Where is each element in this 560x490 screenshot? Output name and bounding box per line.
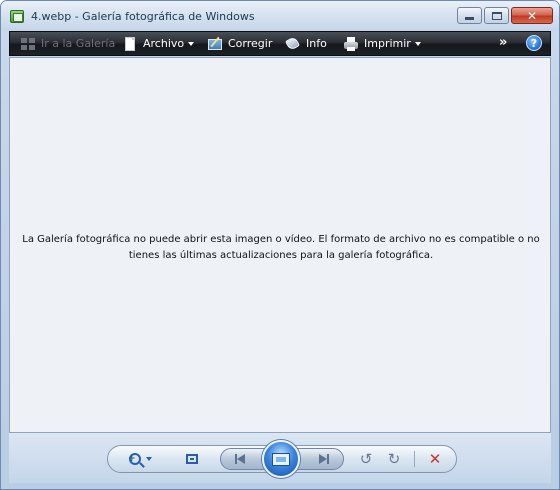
close-icon: ✕: [526, 8, 538, 23]
photo-gallery-icon: [10, 10, 24, 23]
goto-gallery-label: Ir a la Galería: [41, 37, 116, 50]
delete-button[interactable]: ✕: [425, 449, 445, 469]
chevron-down-icon: [145, 457, 152, 461]
slideshow-icon: [272, 452, 290, 466]
error-message: La Galería fotográfica no puede abrir es…: [22, 234, 540, 261]
goto-gallery-button[interactable]: Ir a la Galería: [20, 32, 115, 55]
divider: [414, 451, 415, 467]
info-tag-icon: [284, 35, 301, 52]
title-bar[interactable]: 4.webp - Galería fotográfica de Windows …: [1, 1, 559, 31]
gallery-grid-icon: [20, 36, 36, 52]
rotate-right-button[interactable]: ↻: [385, 450, 403, 468]
fix-label: Corregir: [228, 37, 273, 50]
gallery-window: 4.webp - Galería fotográfica de Windows …: [0, 0, 560, 490]
maximize-icon: [485, 8, 508, 23]
minimize-icon: [458, 8, 481, 23]
rotate-left-button[interactable]: ↺: [357, 450, 375, 468]
chevron-down-icon: [414, 41, 421, 46]
slideshow-button[interactable]: [262, 440, 300, 478]
next-icon: [319, 454, 327, 464]
file-icon: [122, 36, 138, 52]
fix-button[interactable]: Corregir: [207, 32, 272, 55]
info-label: Info: [306, 37, 327, 50]
minimize-button[interactable]: [457, 7, 482, 24]
more-commands-button[interactable]: »: [499, 35, 508, 50]
fit-window-icon: [186, 454, 198, 464]
print-menu-label: Imprimir: [364, 37, 411, 50]
info-button[interactable]: Info: [284, 32, 327, 55]
print-menu-button[interactable]: Imprimir: [343, 32, 421, 55]
image-viewer-area: La Galería fotográfica no puede abrir es…: [9, 57, 551, 433]
command-bar: Ir a la Galería Archivo Corregir Info Im…: [9, 31, 551, 56]
window-controls: ✕: [457, 7, 553, 24]
rotate-right-icon: ↻: [387, 450, 401, 468]
fit-window-button[interactable]: [182, 449, 202, 469]
maximize-button[interactable]: [484, 7, 509, 24]
next-button[interactable]: [311, 451, 337, 467]
rotate-left-icon: ↺: [359, 450, 373, 468]
fix-image-icon: [207, 36, 223, 52]
delete-icon: ✕: [428, 450, 442, 468]
file-menu-label: Archivo: [143, 37, 185, 50]
previous-button[interactable]: [227, 451, 253, 467]
file-menu-button[interactable]: Archivo: [122, 32, 195, 55]
zoom-plus-icon: +: [128, 454, 136, 464]
close-button[interactable]: ✕: [511, 7, 553, 24]
help-button[interactable]: ?: [526, 35, 542, 51]
chevron-down-icon: [188, 41, 195, 46]
zoom-button[interactable]: +: [125, 449, 155, 469]
printer-icon: [343, 36, 359, 52]
window-title: 4.webp - Galería fotográfica de Windows: [31, 10, 255, 23]
